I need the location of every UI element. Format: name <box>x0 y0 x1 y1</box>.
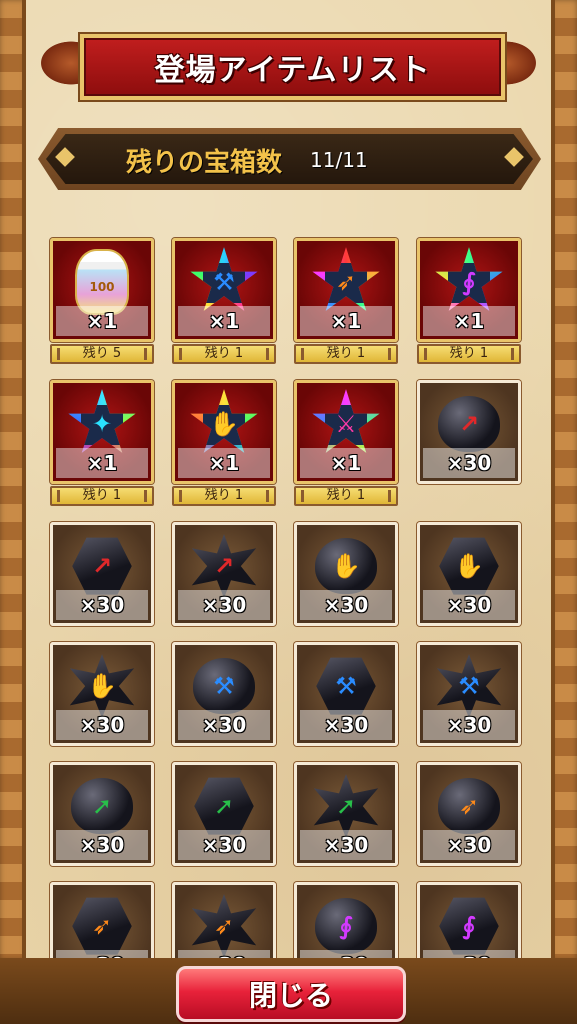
item-card[interactable]: ↗ ×30 <box>172 522 276 626</box>
item-cell[interactable]: ↗ ×30 <box>50 522 154 626</box>
item-card[interactable]: ⚔ ×1 <box>294 380 398 484</box>
item-card[interactable]: ✦ ×1 <box>50 380 154 484</box>
item-quantity: ×30 <box>178 590 270 620</box>
title-banner: 登場アイテムリスト <box>36 28 541 100</box>
item-card[interactable]: ✋ ×30 <box>50 642 154 746</box>
item-cell[interactable]: ⚔ ×1 残り 1 <box>294 380 398 506</box>
item-card[interactable]: ➚ ×30 <box>294 762 398 866</box>
item-quantity: ×1 <box>56 448 148 478</box>
item-card[interactable]: ✋ ×1 <box>172 380 276 484</box>
remaining-badge: 残り 5 <box>50 344 154 364</box>
blob-glove-icon: ✋ <box>315 538 377 595</box>
item-quantity: ×1 <box>178 448 270 478</box>
blob-axe-icon: ⚒ <box>193 658 255 715</box>
item-quantity: ×30 <box>56 830 148 860</box>
item-cell[interactable]: ✦ ×1 残り 1 <box>50 380 154 506</box>
item-cell[interactable]: ✋ ×30 <box>417 522 521 626</box>
chest-count-label: 残りの宝箱数 <box>126 148 283 178</box>
spike-glove-icon: ✋ <box>69 654 135 719</box>
item-quantity: ×30 <box>423 830 515 860</box>
item-card[interactable]: ➶×30 <box>417 762 521 866</box>
item-cell[interactable]: ➶ ×1 残り 1 <box>294 238 398 364</box>
remaining-badge: 残り 1 <box>172 344 276 364</box>
item-card[interactable]: ✋ ×30 <box>294 522 398 626</box>
remaining-badge: 残り 1 <box>50 486 154 506</box>
close-button[interactable]: 閉じる <box>176 966 406 1022</box>
item-cell[interactable]: ∮ ×1 残り 1 <box>417 238 521 364</box>
item-cell[interactable]: ➶×30 <box>417 762 521 866</box>
hex-axe-icon: ⚒ <box>316 657 376 715</box>
chest-count-value: 11/11 <box>310 148 368 172</box>
item-card[interactable]: 100 ×1 <box>50 238 154 342</box>
item-card[interactable]: ↗ ×30 <box>417 380 521 484</box>
potion-label: 100 <box>89 280 115 295</box>
item-quantity: ×30 <box>300 710 392 740</box>
item-cell[interactable]: 100 ×1 残り 5 <box>50 238 154 364</box>
left-border <box>0 0 26 960</box>
item-quantity: ×30 <box>300 830 392 860</box>
item-quantity: ×30 <box>178 710 270 740</box>
item-cell[interactable]: ⚒ ×30 <box>294 642 398 746</box>
hex-glove-icon: ✋ <box>439 537 499 595</box>
right-border <box>551 0 577 960</box>
blob-spear-icon: ↗ <box>438 396 500 453</box>
item-cell[interactable]: ➚ ×30 <box>50 762 154 866</box>
item-cell[interactable]: ✋ ×30 <box>294 522 398 626</box>
hex-bow-icon: ➶ <box>72 897 132 955</box>
remaining-badge: 残り 1 <box>417 344 521 364</box>
item-quantity: ×1 <box>178 306 270 336</box>
item-card[interactable]: ⚒ ×30 <box>417 642 521 746</box>
item-cell[interactable]: ➚ ×30 <box>294 762 398 866</box>
item-quantity: ×30 <box>56 590 148 620</box>
remaining-badge: 残り 1 <box>294 344 398 364</box>
item-quantity: ×1 <box>56 306 148 336</box>
item-quantity: ×30 <box>178 830 270 860</box>
item-cell[interactable]: ⚒ ×1 残り 1 <box>172 238 276 364</box>
spike-arrow-icon: ➚ <box>313 774 379 839</box>
item-quantity: ×30 <box>300 590 392 620</box>
hex-spear-icon: ↗ <box>72 537 132 595</box>
close-button-label: 閉じる <box>248 979 333 1012</box>
page-title: 登場アイテムリスト <box>154 53 431 88</box>
title-plate: 登場アイテムリスト <box>80 34 505 100</box>
item-cell[interactable]: ↗ ×30 <box>417 380 521 484</box>
item-cell[interactable]: ⚒ ×30 <box>417 642 521 746</box>
item-quantity: ×30 <box>423 710 515 740</box>
item-cell[interactable]: ✋ ×1 残り 1 <box>172 380 276 506</box>
remaining-badge: 残り 1 <box>294 486 398 506</box>
item-card[interactable]: ↗ ×30 <box>50 522 154 626</box>
spike-spear-icon: ↗ <box>191 534 257 599</box>
blob-staff-icon: ∮ <box>315 898 377 955</box>
hex-staff-icon: ∮ <box>439 897 499 955</box>
item-quantity: ×1 <box>300 306 392 336</box>
item-quantity: ×1 <box>423 306 515 336</box>
item-cell[interactable]: ➚ ×30 <box>172 762 276 866</box>
chest-count-bar: 残りの宝箱数 11/11 <box>38 128 541 190</box>
item-card[interactable]: ⚒ ×1 <box>172 238 276 342</box>
item-card[interactable]: ✋ ×30 <box>417 522 521 626</box>
spike-bow-icon: ➶ <box>191 894 257 959</box>
item-cell[interactable]: ↗ ×30 <box>172 522 276 626</box>
item-card[interactable]: ⚒ ×30 <box>172 642 276 746</box>
item-quantity: ×1 <box>300 448 392 478</box>
item-card[interactable]: ⚒ ×30 <box>294 642 398 746</box>
item-quantity: ×30 <box>423 590 515 620</box>
item-card[interactable]: ∮ ×1 <box>417 238 521 342</box>
item-quantity: ×30 <box>56 710 148 740</box>
remaining-badge: 残り 1 <box>172 486 276 506</box>
item-card[interactable]: ➚ ×30 <box>172 762 276 866</box>
item-card[interactable]: ➶ ×1 <box>294 238 398 342</box>
item-cell[interactable]: ⚒ ×30 <box>172 642 276 746</box>
hex-arrow-icon: ➚ <box>194 777 254 835</box>
blob-bow-icon: ➶ <box>438 778 500 835</box>
item-cell[interactable]: ✋ ×30 <box>50 642 154 746</box>
item-quantity: ×30 <box>423 448 515 478</box>
blob-arrow-icon: ➚ <box>71 778 133 835</box>
item-card[interactable]: ➚ ×30 <box>50 762 154 866</box>
spike-axe-icon: ⚒ <box>436 654 502 719</box>
